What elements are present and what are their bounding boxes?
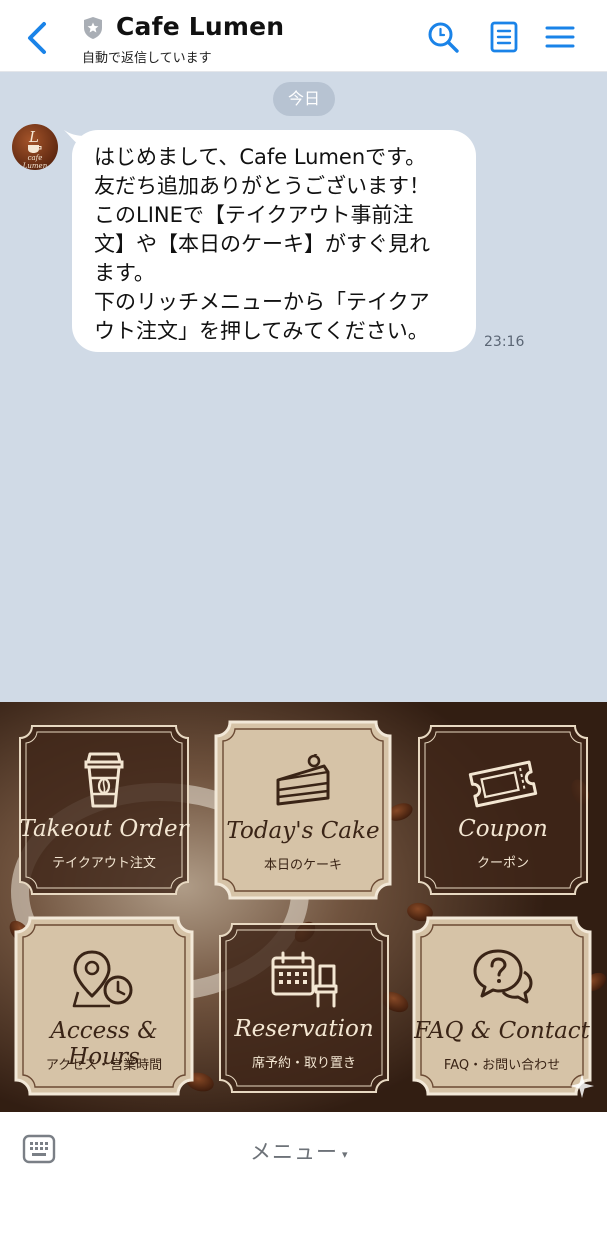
bottom-bar: メニュー ▾ (0, 1112, 607, 1240)
rich-menu-toggle[interactable]: メニュー ▾ (250, 1136, 390, 1166)
chat-area[interactable]: 今日 L cafe Lumen はじめまして、Cafe Lumenです。 友だち… (0, 72, 607, 702)
ticket-icon (468, 760, 538, 808)
cafe-avatar[interactable]: L cafe Lumen (12, 124, 58, 170)
tile-title-ja: クーポン (476, 856, 529, 871)
rich-menu-tile-takeout-order[interactable]: Takeout Order テイクアウト注文 (18, 724, 190, 896)
rich-menu-tile-coupon[interactable]: Coupon クーポン (417, 724, 589, 896)
rich-menu-tile-reservation[interactable]: Reservation 席予約・取り置き (218, 922, 390, 1094)
hamburger-menu-icon[interactable] (543, 20, 577, 54)
keyboard-icon[interactable] (22, 1134, 56, 1164)
tile-title-ja: 席予約・取り置き (251, 1056, 356, 1071)
back-chevron-icon[interactable] (20, 18, 56, 58)
tile-title-en: FAQ & Contact (414, 1018, 590, 1044)
coffee-cup-logo-icon (28, 145, 42, 153)
tile-title-ja: FAQ・お問い合わせ (443, 1058, 561, 1073)
verified-shield-icon (84, 17, 102, 39)
map-pin-clock-icon (72, 950, 133, 1008)
rich-menu: Takeout Order テイクアウト注文 Today's Cake 本日のケ… (0, 702, 607, 1112)
calendar-chair-icon (271, 951, 338, 1008)
tile-title-en: Takeout Order (19, 816, 189, 842)
message-bubble[interactable]: はじめまして、Cafe Lumenです。 友だち追加ありがとうございます！ この… (72, 130, 476, 352)
chat-title: Cafe Lumen (116, 12, 285, 41)
rich-menu-tile-faq-contact[interactable]: FAQ & Contact FAQ・お問い合わせ (412, 916, 592, 1096)
message-timestamp: 23:16 (484, 334, 525, 350)
tile-title-ja: テイクアウト注文 (52, 856, 156, 871)
tile-title-en: Reservation (234, 1016, 374, 1042)
search-icon[interactable] (426, 20, 460, 54)
tile-title-en: Coupon (458, 816, 548, 842)
date-separator: 今日 (273, 82, 335, 116)
sparkle-icon (570, 1074, 594, 1098)
notes-icon[interactable] (487, 20, 521, 54)
tile-frame (214, 720, 392, 900)
coffee-cup-icon (84, 752, 124, 808)
cake-slice-icon (276, 754, 330, 806)
chat-header: Cafe Lumen 自動で返信しています (0, 0, 607, 72)
tile-title-en: Today's Cake (226, 818, 380, 844)
question-chat-icon (473, 949, 533, 1004)
tile-title-ja: アクセス・営業時間 (45, 1058, 163, 1073)
menu-toggle-label: メニュー (250, 1140, 338, 1164)
auto-reply-status: 自動で返信しています (82, 51, 212, 66)
tile-title-ja: 本日のケーキ (263, 858, 342, 873)
rich-menu-tile-access-hours[interactable]: Access & Hours アクセス・営業時間 (14, 916, 194, 1096)
rich-menu-tile-todays-cake[interactable]: Today's Cake 本日のケーキ (214, 720, 392, 900)
menu-caret-icon: ▾ (342, 1148, 348, 1161)
avatar-name: cafe Lumen (22, 154, 48, 170)
